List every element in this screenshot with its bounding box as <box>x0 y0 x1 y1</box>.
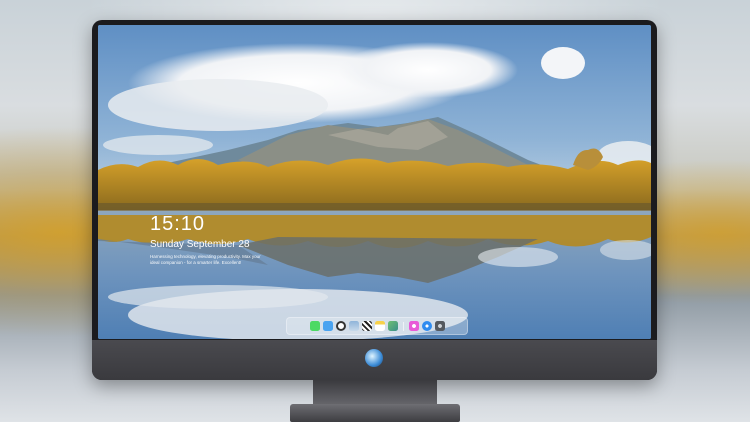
wallpaper <box>98 25 651 339</box>
notes-icon[interactable] <box>374 321 385 331</box>
messages-icon[interactable] <box>309 321 320 331</box>
preview-icon[interactable] <box>348 321 359 331</box>
screen: 15:10 Sunday September 28 Harnessing tec… <box>98 25 651 339</box>
brand-logo-icon <box>365 349 383 367</box>
clock-time: 15:10 <box>150 213 206 235</box>
clock-icon[interactable] <box>335 321 346 331</box>
dock <box>286 317 468 335</box>
finder-icon[interactable] <box>322 321 333 331</box>
monitor-stand-base <box>290 404 460 422</box>
lock-screen-message: Harnessing technology, elevating product… <box>150 254 261 265</box>
clock-date: Sunday September 28 <box>150 239 250 250</box>
itunes-icon[interactable] <box>408 321 419 331</box>
dock-separator <box>402 321 404 331</box>
app-store-icon[interactable] <box>421 321 432 331</box>
monitor: 15:10 Sunday September 28 Harnessing tec… <box>92 20 657 380</box>
camera-icon[interactable] <box>434 321 445 331</box>
lock-screen-clock: 15:10 Sunday September 28 Harnessing tec… <box>150 214 270 266</box>
photos-icon[interactable] <box>387 321 398 331</box>
clapperboard-icon[interactable] <box>361 321 372 331</box>
monitor-chin <box>92 340 657 380</box>
